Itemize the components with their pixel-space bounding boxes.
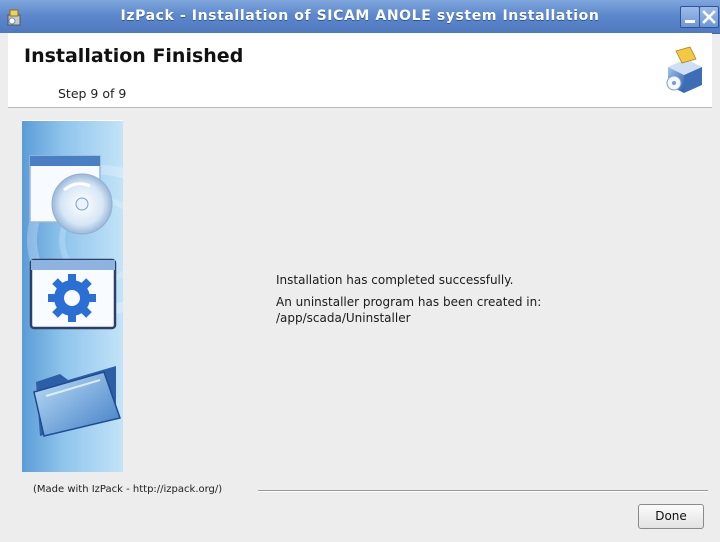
header-panel: Installation Finished Step 9 of 9 xyxy=(8,33,712,108)
installer-package-icon xyxy=(662,45,706,95)
installer-window: IzPack - Installation of SICAM ANOLE sys… xyxy=(0,0,720,542)
folder-icon xyxy=(30,352,122,438)
completion-message: Installation has completed successfully. xyxy=(276,273,514,287)
window-frame xyxy=(0,33,8,542)
window-title: IzPack - Installation of SICAM ANOLE sys… xyxy=(120,8,600,24)
page-title: Installation Finished xyxy=(24,45,244,67)
close-icon xyxy=(702,10,716,24)
footer-divider xyxy=(258,490,708,492)
done-button[interactable]: Done xyxy=(638,504,704,529)
uninstaller-path: /app/scada/Uninstaller xyxy=(276,311,411,325)
close-button[interactable] xyxy=(699,6,719,28)
title-bar[interactable]: IzPack - Installation of SICAM ANOLE sys… xyxy=(0,0,720,34)
minimize-icon xyxy=(685,20,695,23)
done-button-label: Done xyxy=(655,509,687,523)
disc-icon xyxy=(24,150,120,238)
step-indicator: Step 9 of 9 xyxy=(58,86,127,101)
uninstaller-message: An uninstaller program has been created … xyxy=(276,295,542,309)
made-with-label: (Made with IzPack - http://izpack.org/) xyxy=(33,484,223,495)
minimize-button[interactable] xyxy=(680,6,700,28)
gear-icon xyxy=(28,258,120,332)
